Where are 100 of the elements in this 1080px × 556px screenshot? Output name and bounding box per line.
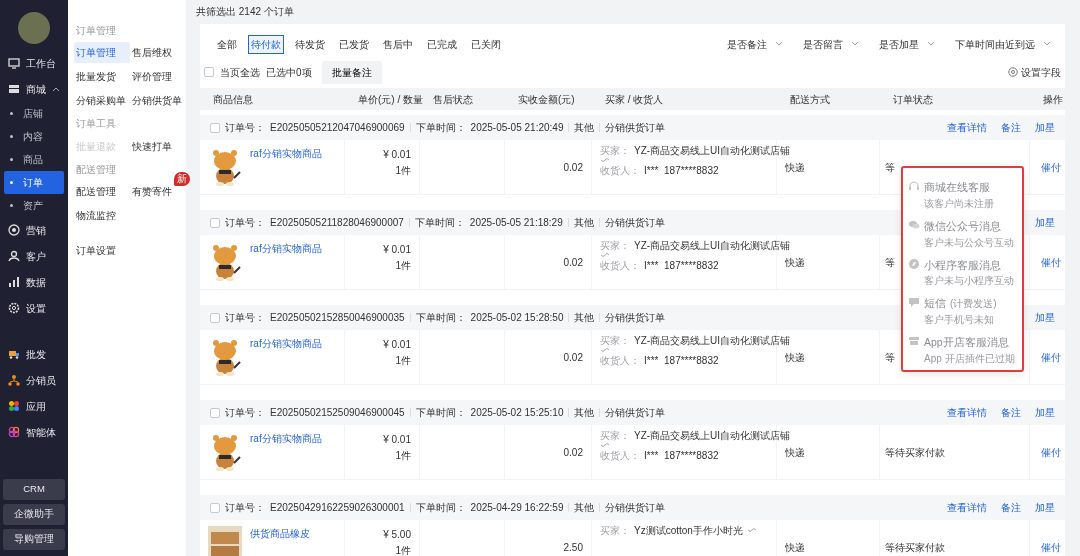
product-link[interactable]: raf分销实物商品 [250, 336, 322, 378]
sidebar-item[interactable]: 设置 [0, 295, 68, 321]
action-link[interactable]: 加星 [1035, 120, 1055, 135]
sidebar-item[interactable]: 智能体 [0, 419, 68, 445]
status-tab[interactable]: 已完成 [424, 34, 460, 54]
quantity: 1件 [394, 449, 411, 463]
sidebar-item[interactable]: 分销员 [0, 367, 68, 393]
order-channel: 其他 [574, 121, 595, 135]
filter-dropdown[interactable]: 是否备注 [727, 36, 783, 52]
status-tab[interactable]: 待发货 [292, 34, 328, 54]
status-tab[interactable]: 待付款 [248, 34, 284, 54]
sidebar-item[interactable]: 数据 [0, 269, 68, 295]
sidebar-subitem[interactable]: 资产 [4, 194, 64, 217]
sidebar-button[interactable]: 导购管理 [3, 529, 65, 550]
unit-price: ¥ 0.01 [382, 433, 411, 447]
remind-link[interactable]: 催付 [1041, 539, 1061, 555]
checkbox[interactable] [210, 502, 220, 513]
action-link[interactable]: 加星 [1035, 405, 1055, 420]
submenu-link[interactable]: 评价管理 [130, 66, 186, 88]
settings-link[interactable]: 设置字段 [1008, 64, 1061, 80]
sidebar-item[interactable]: 营销 [0, 217, 68, 243]
chevron-down-icon [927, 41, 935, 47]
sidebar-item[interactable]: 批发 [0, 341, 68, 367]
unit-price: ¥ 5.00 [382, 528, 411, 542]
submenu-link[interactable]: 售后维权 [130, 42, 186, 64]
product-link[interactable]: raf分销实物商品 [250, 146, 322, 188]
submenu-link[interactable]: 快速打单 [130, 135, 186, 157]
batch-note-button[interactable]: 批量备注 [321, 60, 382, 84]
order-number-label: 订单号： [225, 311, 265, 325]
action-link[interactable]: 加星 [1035, 500, 1055, 515]
order-time-label: 下单时间： [415, 406, 466, 420]
option-note: 该客户尚未注册 [924, 196, 994, 211]
checkbox[interactable] [210, 312, 220, 323]
action-link[interactable]: 备注 [1001, 120, 1021, 135]
product-link[interactable]: raf分销实物商品 [250, 431, 322, 473]
action-link[interactable]: 备注 [1001, 405, 1021, 420]
submenu-link[interactable]: 批量发货 [74, 66, 130, 88]
remind-link[interactable]: 催付 [1041, 254, 1061, 270]
filter-dropdown[interactable]: 是否留言 [803, 36, 859, 52]
order-type: 分销供货订单 [605, 311, 666, 325]
receiver-label: 收货人： [600, 164, 640, 178]
sidebar-button[interactable]: CRM [3, 479, 65, 500]
buyer-label: 买家： [600, 239, 630, 253]
sidebar-subitem[interactable]: 订单 [4, 171, 64, 194]
quantity: 1件 [394, 259, 411, 273]
delivery-method: 快递 [785, 445, 805, 460]
amount: 0.02 [563, 445, 583, 460]
action-link[interactable]: 加星 [1035, 215, 1055, 230]
order-number-label: 订单号： [225, 406, 265, 420]
status-tab[interactable]: 已关闭 [468, 34, 504, 54]
product-link[interactable]: 供货商品橡皮 [250, 526, 310, 556]
order-time-label: 下单时间： [415, 311, 466, 325]
submenu-link[interactable]: 订单设置 [74, 239, 130, 261]
filter-dropdown[interactable]: 下单时间由近到远 [955, 36, 1051, 52]
submenu-link[interactable]: 有赞寄件 [130, 180, 174, 202]
action-link[interactable]: 备注 [1001, 500, 1021, 515]
order-time: 2025-05-05 21:20:49 [470, 121, 564, 135]
submenu-link[interactable]: 分销供货单 [130, 90, 186, 112]
amount: 0.02 [563, 350, 583, 365]
sidebar-item[interactable]: 应用 [0, 393, 68, 419]
column-header: 配送方式 [789, 92, 831, 107]
action-link[interactable]: 查看详情 [947, 500, 987, 515]
sidebar-item[interactable]: 商城 [0, 76, 68, 102]
submenu-link[interactable]: 订单管理 [74, 42, 130, 64]
submenu-link[interactable]: 配送管理 [74, 180, 130, 202]
sidebar-subitem[interactable]: 店铺 [4, 102, 64, 125]
action-link[interactable]: 查看详情 [947, 120, 987, 135]
sidebar-item[interactable]: 工作台 [0, 50, 68, 76]
action-link[interactable]: 查看详情 [947, 405, 987, 420]
checkbox[interactable] [204, 67, 214, 77]
sidebar-button[interactable]: 企微助手 [3, 504, 65, 525]
checkbox[interactable] [210, 217, 220, 228]
order-time: 2025-05-02 15:28:50 [470, 311, 564, 325]
settings-icon [1008, 67, 1018, 77]
amount: 2.50 [563, 540, 583, 555]
checkbox[interactable] [210, 122, 220, 133]
filter-dropdown[interactable]: 是否加星 [879, 36, 935, 52]
remind-link[interactable]: 催付 [1041, 349, 1061, 365]
checkbox[interactable] [210, 407, 220, 418]
order-status: 等 [885, 350, 895, 365]
delivery-method: 快递 [785, 160, 805, 175]
store-icon [8, 83, 20, 95]
submenu-link[interactable]: 分销采购单 [74, 90, 130, 112]
remind-link[interactable]: 催付 [1041, 444, 1061, 460]
product-link[interactable]: raf分销实物商品 [250, 241, 322, 283]
flower-icon [8, 426, 20, 438]
submenu-link[interactable]: 物流监控 [74, 204, 130, 226]
checkbox-label[interactable]: 当页全选 [220, 64, 260, 80]
status-tab[interactable]: 全部 [214, 34, 240, 54]
status-tab[interactable]: 已发货 [336, 34, 372, 54]
headset-icon [908, 180, 920, 192]
sidebar-subitem[interactable]: 内容 [4, 125, 64, 148]
status-tab[interactable]: 售后中 [380, 34, 416, 54]
action-link[interactable]: 加星 [1035, 310, 1055, 325]
remind-link[interactable]: 催付 [1041, 159, 1061, 175]
sidebar-subitem[interactable]: 商品 [4, 148, 64, 171]
order-type: 分销供货订单 [605, 501, 666, 515]
option-title: App开店客服消息 [924, 335, 1009, 350]
sidebar-item[interactable]: 客户 [0, 243, 68, 269]
quantity: 1件 [394, 544, 411, 556]
